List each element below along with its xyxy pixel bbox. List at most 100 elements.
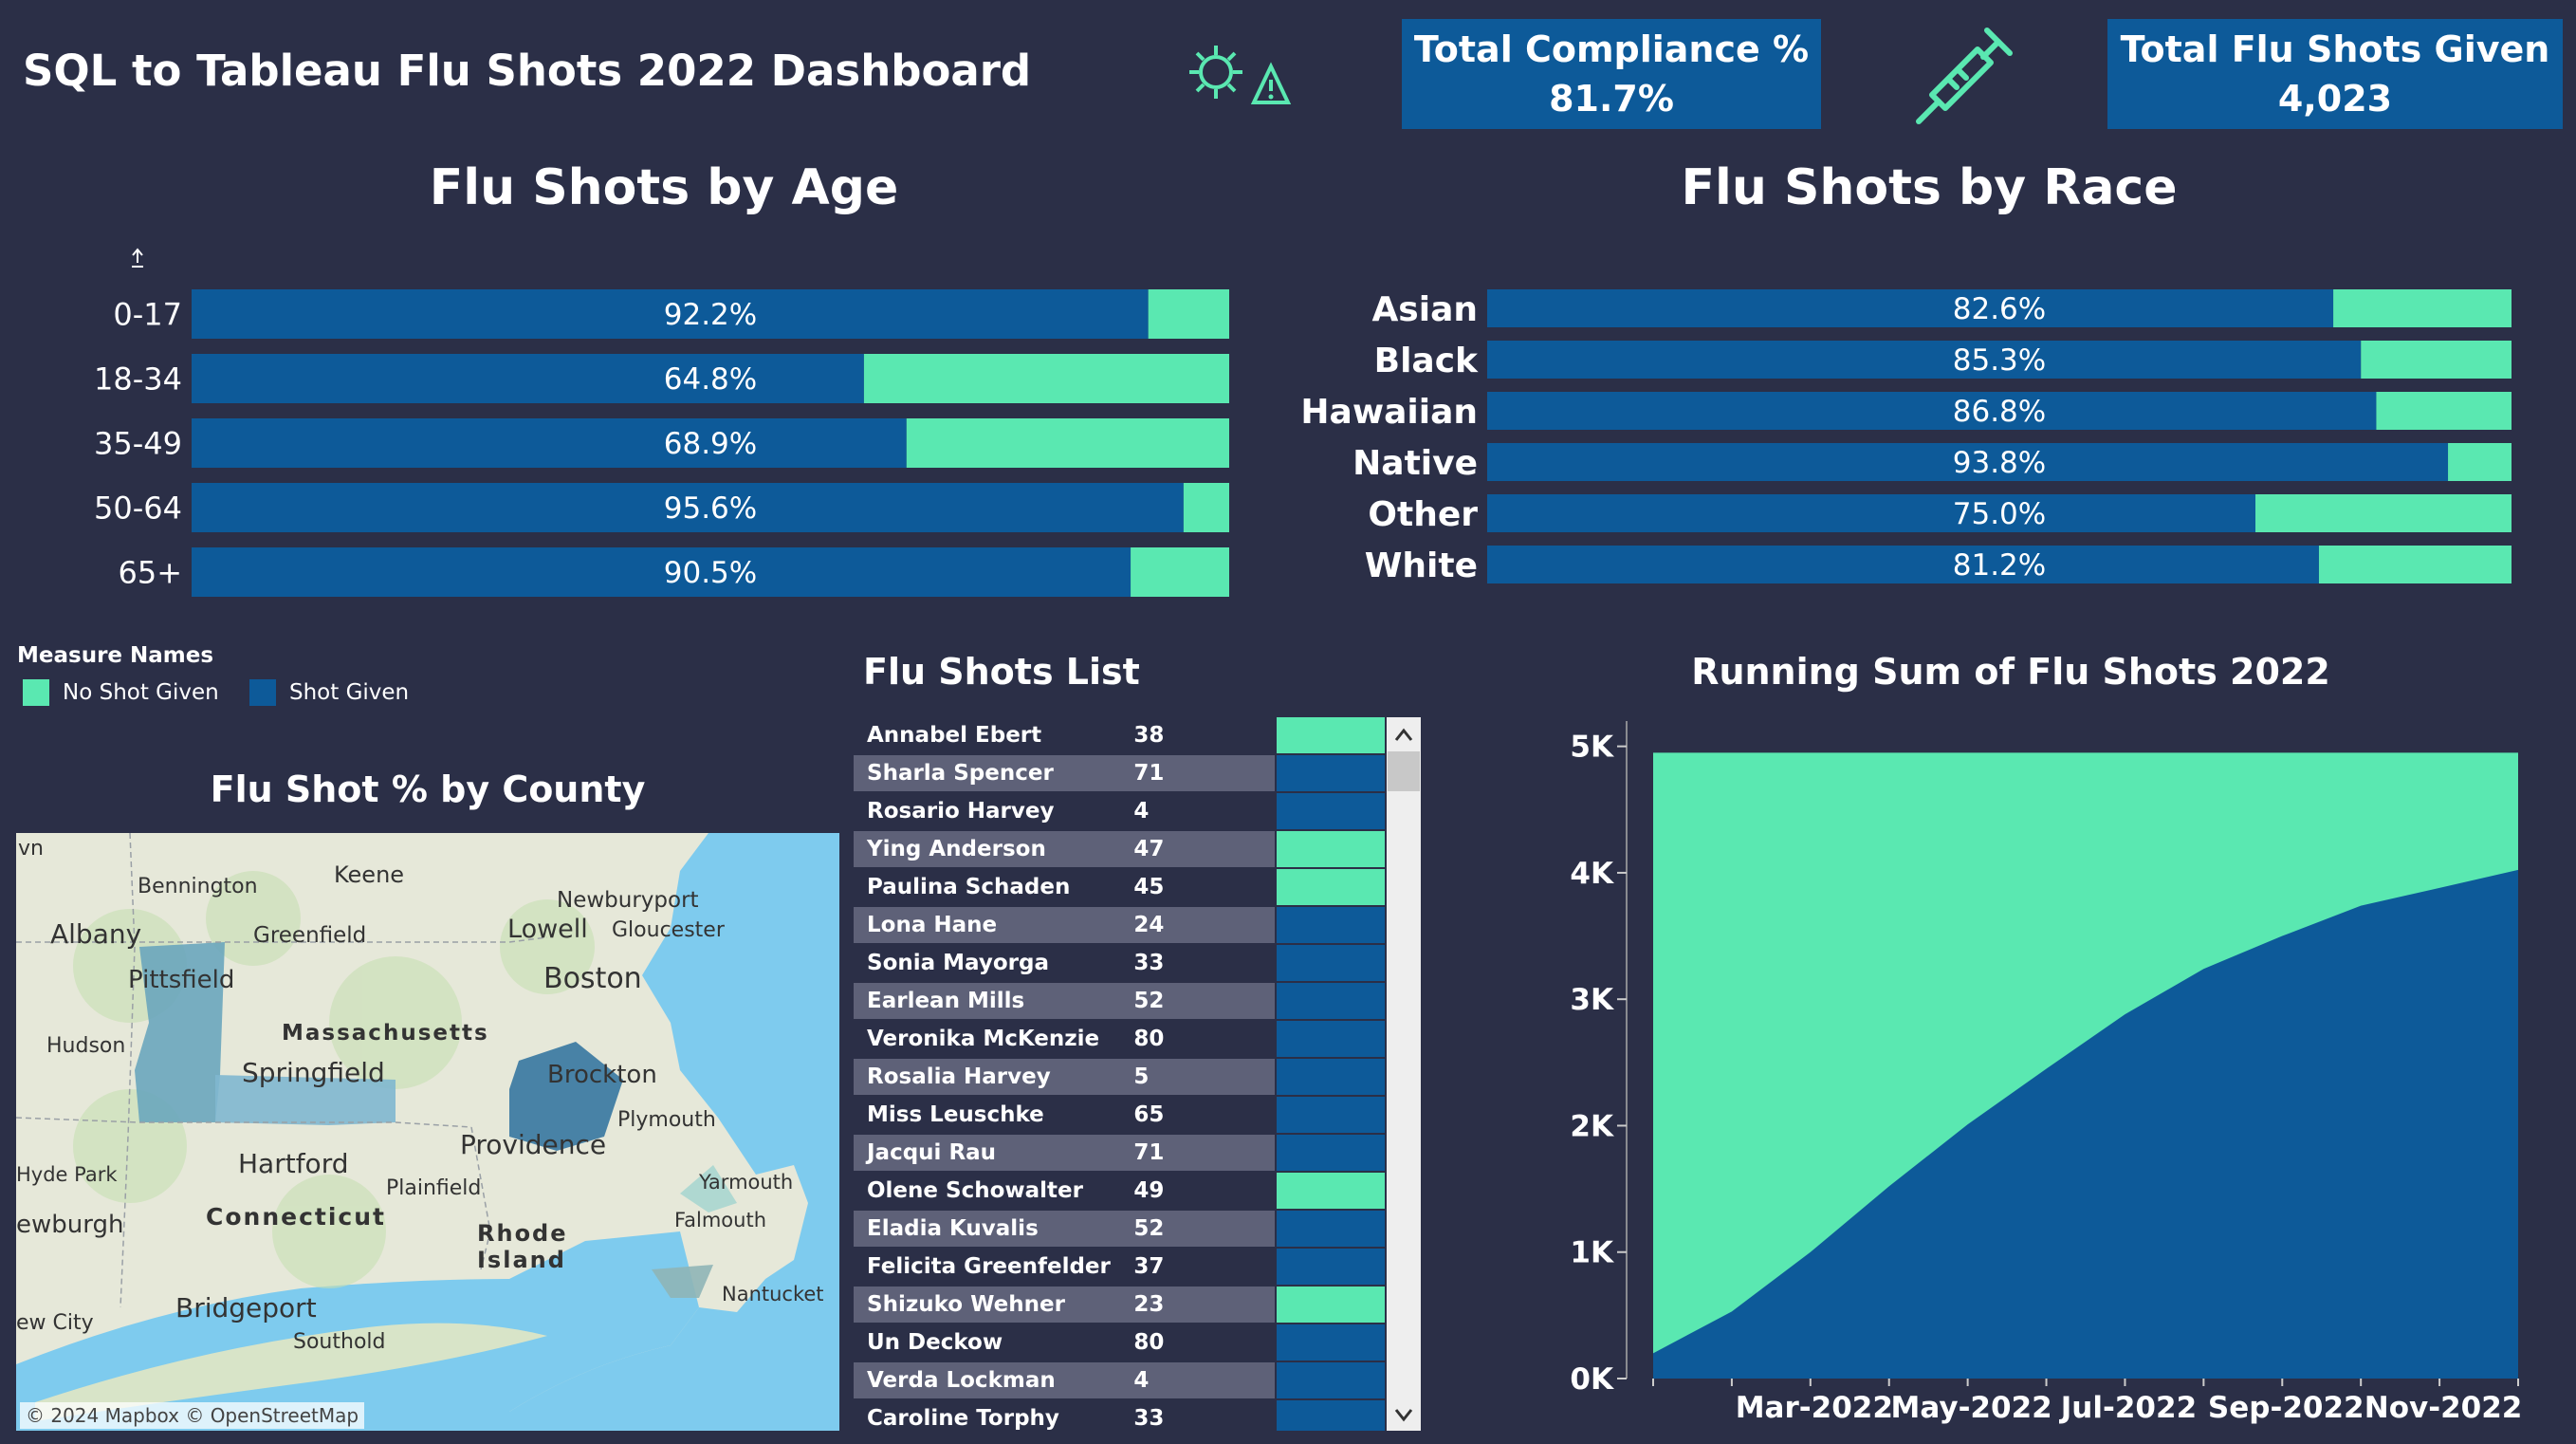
list-row-age: 24 — [1122, 907, 1276, 945]
map-place-label: Providence — [460, 1129, 607, 1160]
map-place-label: Nantucket — [722, 1283, 824, 1305]
legend-item-no-shot[interactable]: No Shot Given — [23, 679, 219, 706]
sort-icon[interactable] — [132, 248, 143, 268]
map-place-label: Pittsfield — [128, 966, 235, 994]
x-tick-label: Nov-2022 — [2364, 1391, 2523, 1425]
age-bar-no-shot[interactable] — [906, 418, 1229, 468]
list-row-name: Felicita Greenfelder — [854, 1249, 1123, 1287]
race-bar-no-shot[interactable] — [2318, 546, 2512, 583]
list-row[interactable]: Earlean Mills 52 — [854, 983, 1385, 1021]
list-row-status — [1275, 1362, 1385, 1400]
list-row[interactable]: Felicita Greenfelder 37 — [854, 1249, 1385, 1287]
legend-title: Measure Names — [17, 643, 214, 668]
map-attribution: © 2024 Mapbox © OpenStreetMap — [20, 1402, 365, 1429]
flu-shots-list[interactable]: Annabel Ebert 38 Sharla Spencer 71 Rosario H… — [854, 717, 1385, 1431]
list-row[interactable]: Verda Lockman 4 — [854, 1362, 1385, 1400]
list-row-status — [1275, 869, 1385, 907]
list-row[interactable]: Un Deckow 80 — [854, 1324, 1385, 1362]
list-row[interactable]: Eladia Kuvalis 52 — [854, 1211, 1385, 1249]
race-bar-no-shot[interactable] — [2255, 494, 2512, 532]
age-bar-shot-given[interactable] — [192, 354, 864, 403]
map-place-label: Bennington — [138, 875, 258, 898]
running-sum-area-chart: 0K 1K 2K 3K 4K 5K Mar-2022May-2022 Jul-2022 Sep-… — [1570, 721, 2523, 1425]
list-row-status — [1275, 1249, 1385, 1287]
list-row[interactable]: Annabel Ebert 38 — [854, 717, 1385, 755]
age-bar-no-shot[interactable] — [863, 354, 1229, 403]
race-bar-chart: Asian 82.6% Black 85.3% Hawaiian 86.8% Native 9… — [1300, 289, 2512, 585]
county-map[interactable]: vn Keene Bennington Newburyport Albany Greenf… — [16, 833, 839, 1431]
race-bar-no-shot[interactable] — [2376, 392, 2512, 430]
list-row[interactable]: Caroline Torphy 33 — [854, 1400, 1385, 1431]
x-tick-label: May-2022 — [1891, 1391, 2052, 1425]
list-title: Flu Shots List — [863, 651, 1140, 693]
age-data-label: 92.2% — [664, 298, 757, 332]
scroll-down-icon — [1394, 1409, 1413, 1422]
map-place-label: Hartford — [238, 1148, 349, 1179]
age-category-label: 65+ — [118, 555, 182, 591]
list-row-name: Un Deckow — [854, 1324, 1123, 1362]
list-row-status — [1275, 717, 1385, 755]
syringe-icon — [1916, 28, 2013, 124]
age-bar-no-shot[interactable] — [1148, 289, 1229, 339]
scroll-up-icon — [1394, 728, 1413, 741]
age-bar-no-shot[interactable] — [1183, 483, 1229, 532]
list-row[interactable]: Rosalia Harvey 5 — [854, 1059, 1385, 1097]
list-row[interactable]: Miss Leuschke 65 — [854, 1097, 1385, 1135]
map-place-label: Brockton — [547, 1061, 657, 1089]
race-data-label: 86.8% — [1953, 395, 2046, 429]
list-scrollbar[interactable] — [1387, 717, 1421, 1431]
list-row[interactable]: Lona Hane 24 — [854, 907, 1385, 945]
age-bar-shot-given[interactable] — [192, 547, 1132, 597]
age-bar-chart: 0-17 92.2% 18-34 64.8% 35-49 68.9% 50-64 95.6% 6… — [94, 248, 1229, 597]
list-row-age: 52 — [1122, 983, 1276, 1021]
legend-item-shot-given[interactable]: Shot Given — [249, 679, 409, 706]
map-place-label: Plymouth — [617, 1108, 716, 1132]
race-category-label: Asian — [1371, 290, 1478, 329]
race-bar-no-shot[interactable] — [2448, 443, 2512, 481]
y-tick-label: 1K — [1570, 1236, 1614, 1270]
list-row[interactable]: Jacqui Rau 71 — [854, 1135, 1385, 1173]
list-row[interactable]: Ying Anderson 47 — [854, 831, 1385, 869]
list-row-name: Caroline Torphy — [854, 1400, 1123, 1431]
list-row-name: Ying Anderson — [854, 831, 1123, 869]
list-row[interactable]: Rosario Harvey 4 — [854, 793, 1385, 831]
list-row[interactable]: Sonia Mayorga 33 — [854, 945, 1385, 983]
map-place-label: Hudson — [46, 1034, 126, 1058]
race-bar-shot-given[interactable] — [1487, 546, 2319, 583]
list-row[interactable]: Sharla Spencer 71 — [854, 755, 1385, 793]
race-bar-shot-given[interactable] — [1487, 494, 2255, 532]
race-bar-shot-given[interactable] — [1487, 289, 2334, 327]
list-row[interactable]: Shizuko Wehner 23 — [854, 1287, 1385, 1324]
list-row-name: Olene Schowalter — [854, 1173, 1123, 1211]
race-data-label: 75.0% — [1953, 497, 2046, 531]
list-row-status — [1275, 907, 1385, 945]
y-tick-label: 2K — [1570, 1109, 1614, 1143]
map-place-label: Boston — [543, 962, 642, 995]
list-row-name: Paulina Schaden — [854, 869, 1123, 907]
race-bar-no-shot[interactable] — [2361, 341, 2512, 379]
age-bar-no-shot[interactable] — [1131, 547, 1229, 597]
age-data-label: 95.6% — [664, 491, 757, 526]
list-row[interactable]: Paulina Schaden 45 — [854, 869, 1385, 907]
list-row[interactable]: Veronika McKenzie 80 — [854, 1021, 1385, 1059]
race-bar-shot-given[interactable] — [1487, 392, 2377, 430]
x-tick-label: Jul-2022 — [2059, 1391, 2197, 1425]
list-row[interactable]: Olene Schowalter 49 — [854, 1173, 1385, 1211]
y-tick-label: 4K — [1570, 857, 1614, 891]
age-bar-shot-given[interactable] — [192, 418, 907, 468]
map-place-label: vn — [18, 837, 44, 861]
race-category-label: Hawaiian — [1300, 393, 1478, 432]
y-tick-label: 3K — [1570, 983, 1614, 1017]
county-map-title: Flu Shot % by County — [210, 768, 646, 810]
list-row-status — [1275, 1173, 1385, 1211]
list-row-age: 23 — [1122, 1287, 1276, 1324]
map-place-label: Greenfield — [253, 923, 367, 948]
list-row-name: Rosario Harvey — [854, 793, 1123, 831]
list-row-status — [1275, 831, 1385, 869]
y-tick-label: 0K — [1570, 1362, 1614, 1397]
list-row-name: Sharla Spencer — [854, 755, 1123, 793]
age-category-label: 35-49 — [94, 426, 182, 462]
race-bar-no-shot[interactable] — [2333, 289, 2512, 327]
race-bar-shot-given[interactable] — [1487, 341, 2362, 379]
list-row-status — [1275, 755, 1385, 793]
